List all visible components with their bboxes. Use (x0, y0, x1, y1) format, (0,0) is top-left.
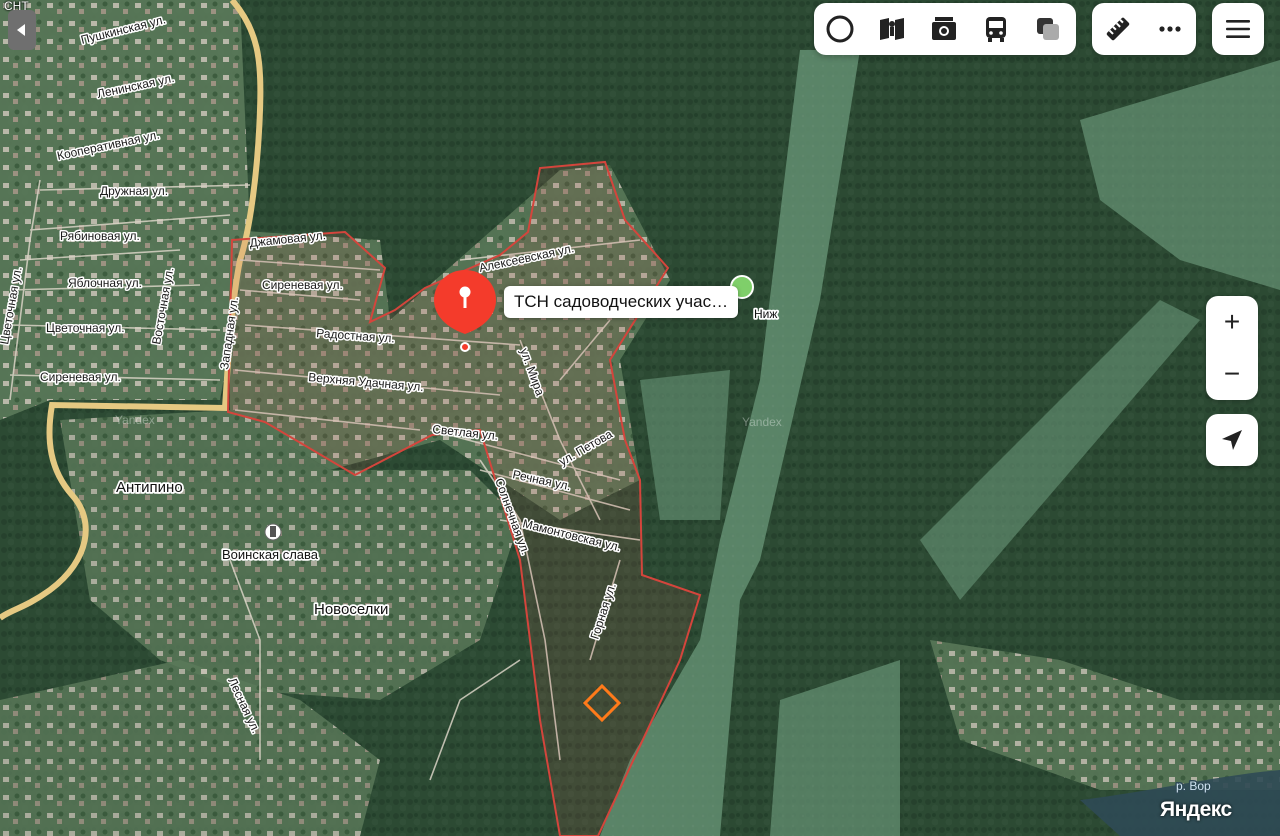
river-label: р. Вор (1176, 779, 1211, 793)
photos-button[interactable] (918, 3, 970, 55)
my-location-button[interactable] (1206, 414, 1258, 466)
place-label-memorial[interactable]: Воинская слава (220, 545, 320, 564)
satellite-map[interactable]: Пушкинская ул. Ленинская ул. Кооперативн… (0, 0, 1280, 836)
street-label: Цветочная ул. (46, 321, 125, 335)
navigation-arrow-icon (1222, 430, 1242, 450)
street-label: Рябиновая ул. (60, 229, 140, 243)
photo-icon (932, 17, 956, 40)
monument-icon[interactable] (264, 523, 282, 541)
zoom-out-button[interactable]: − (1206, 348, 1258, 400)
zoom-in-button[interactable]: + (1206, 296, 1258, 348)
street-label: Сиреневая ул. (262, 278, 343, 292)
collapse-panel-button[interactable] (8, 10, 36, 50)
watermark: Yandex (742, 415, 782, 429)
layers-icon (826, 15, 854, 43)
zoom-control: + − (1206, 296, 1258, 400)
pin-label[interactable]: ТСН садоводческих учас… (504, 286, 739, 318)
place-label-novoselki[interactable]: Новоселки (312, 599, 390, 620)
panorama-icon (880, 18, 904, 40)
watermark: Yandex (115, 413, 155, 427)
menu-icon (1226, 20, 1250, 38)
yandex-logo[interactable]: Яндекс (1160, 798, 1232, 822)
chevron-left-icon (17, 24, 25, 36)
place-label-antipino[interactable]: Антипино (114, 477, 184, 498)
street-label: Дружная ул. (100, 184, 168, 198)
layers-button[interactable] (814, 3, 866, 55)
panorama-button[interactable] (866, 3, 918, 55)
map-layers-toolbar (814, 3, 1076, 55)
traffic-icon (1037, 18, 1059, 40)
transit-icon (986, 17, 1006, 42)
street-label: Яблочная ул. (68, 276, 142, 290)
traffic-button[interactable] (1022, 3, 1074, 55)
more-icon (1159, 26, 1181, 32)
street-label: Сиреневая ул. (40, 370, 121, 384)
ruler-icon (1106, 17, 1130, 41)
map-tools-toolbar (1092, 3, 1196, 55)
ruler-button[interactable] (1092, 3, 1144, 55)
more-button[interactable] (1144, 3, 1196, 55)
menu-button[interactable] (1212, 3, 1264, 55)
transit-button[interactable] (970, 3, 1022, 55)
poi-partial-label: Ниж (754, 307, 777, 321)
